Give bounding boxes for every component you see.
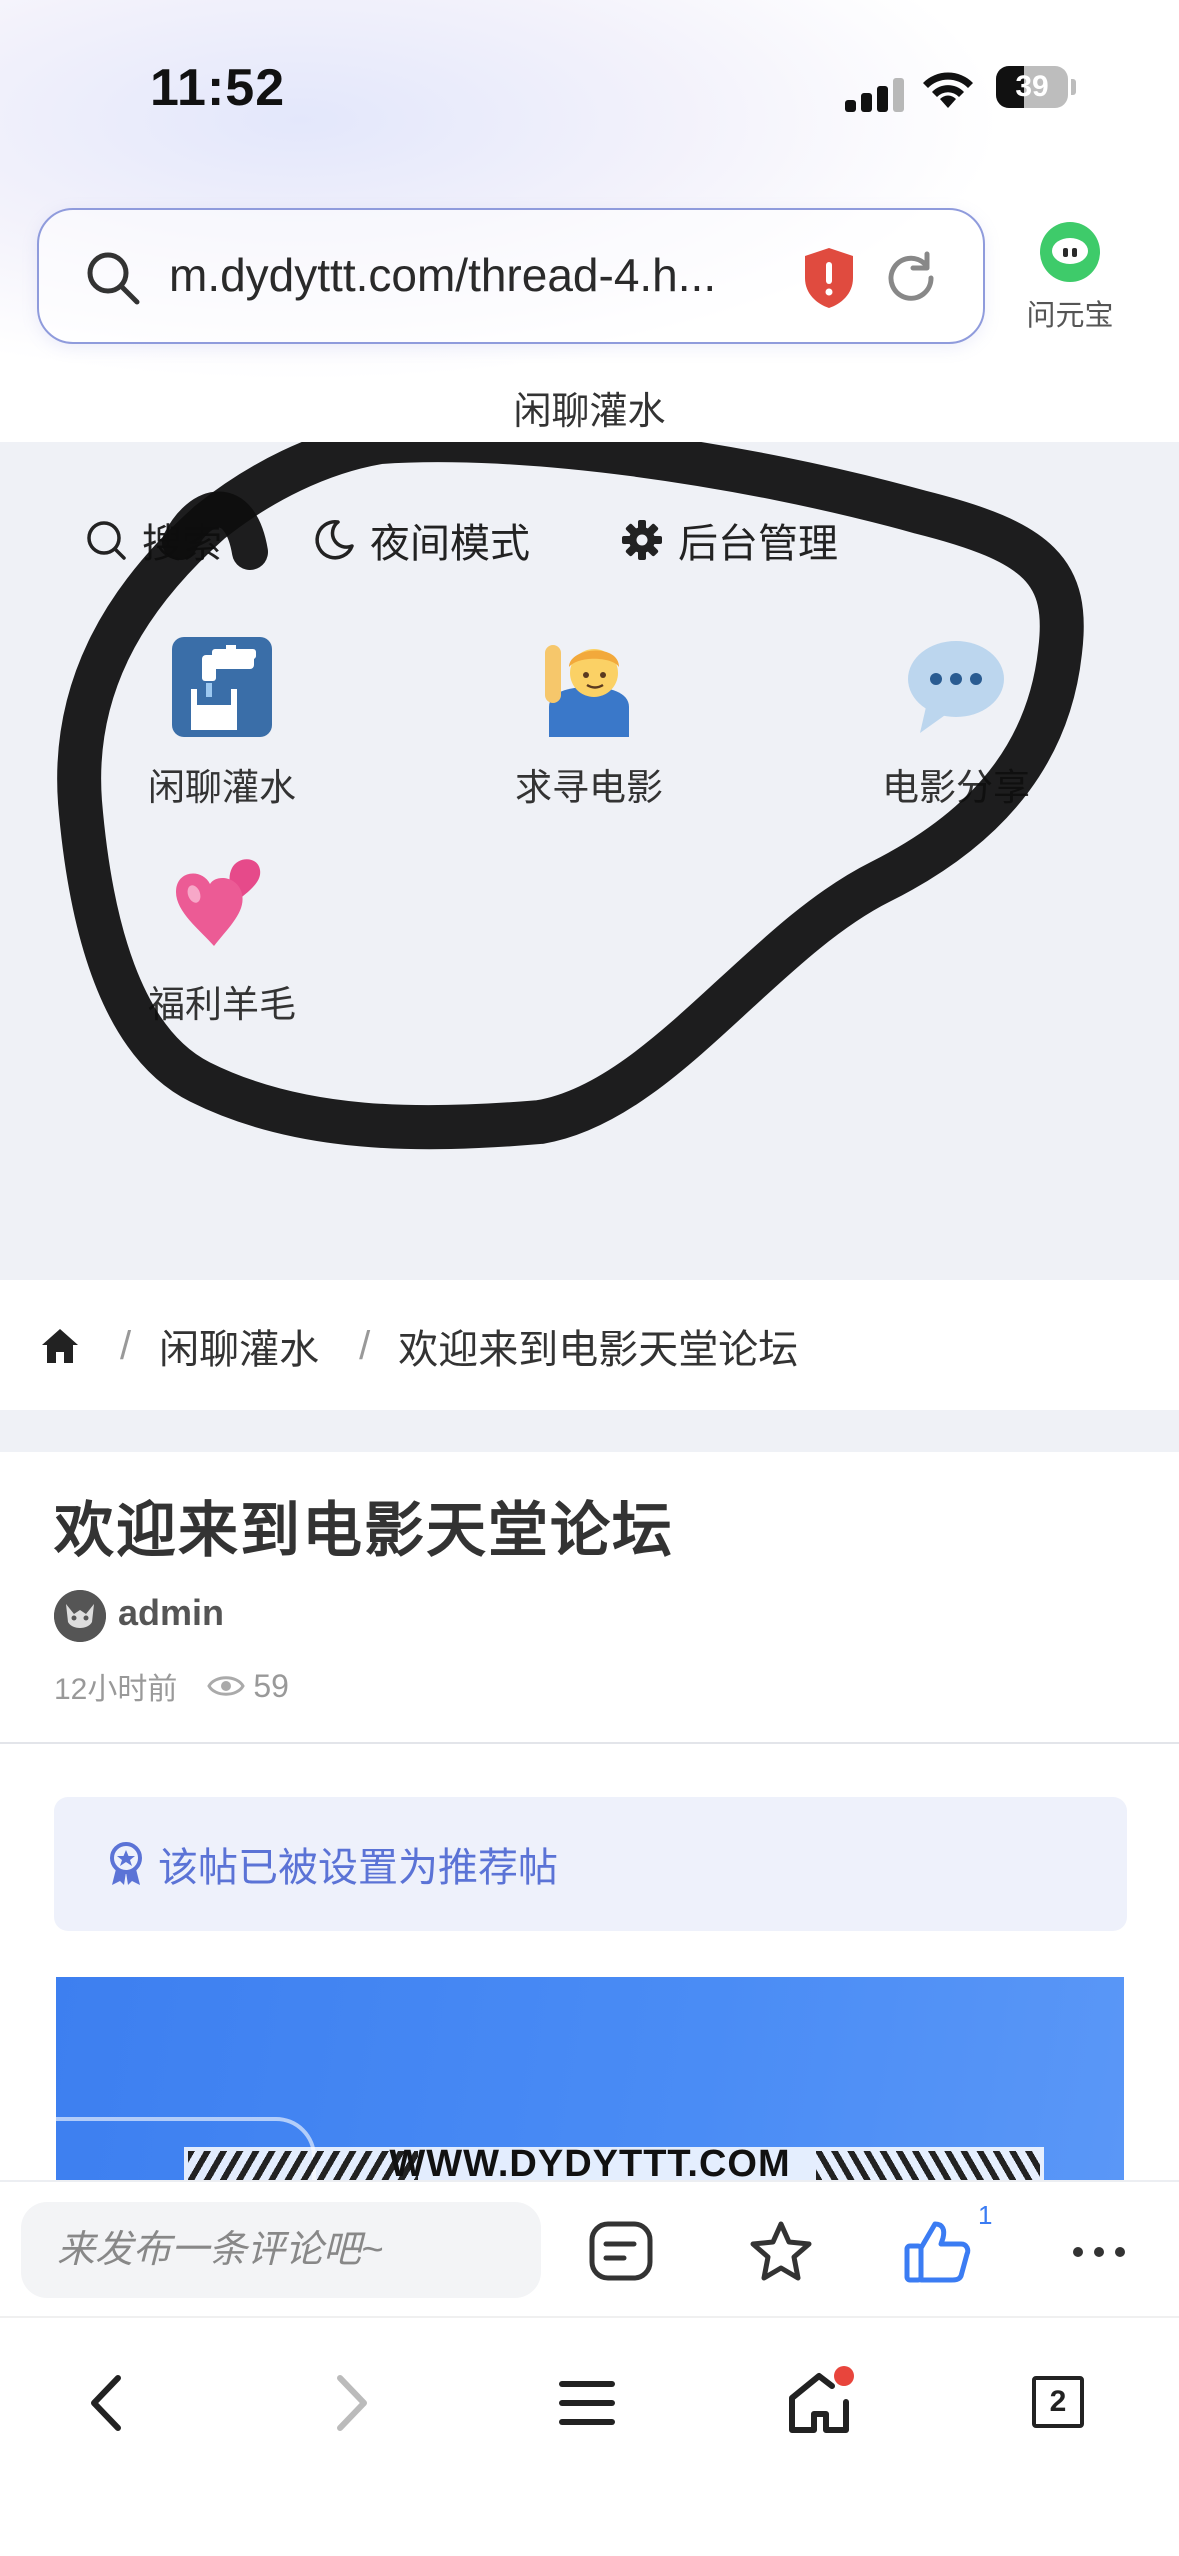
breadcrumb-separator: / <box>120 1323 132 1368</box>
forum-label: 电影分享 <box>882 767 1030 808</box>
night-mode-label: 夜间模式 <box>370 522 530 566</box>
home-icon[interactable] <box>40 1327 80 1365</box>
breadcrumb-forum-link[interactable]: 闲聊灌水 <box>159 1317 319 1375</box>
quick-search-label: 搜索 <box>142 522 222 566</box>
eye-icon <box>207 1676 246 1696</box>
browser-bottom-bar: 2 <box>0 2316 1179 2556</box>
favorite-star-icon[interactable] <box>746 2220 816 2284</box>
divider <box>0 1742 1179 1744</box>
quick-search-link[interactable]: 搜索 <box>84 510 222 570</box>
post-title: 欢迎来到电影天堂论坛 <box>54 1497 674 1564</box>
page-title: 闲聊灌水 <box>513 391 666 433</box>
night-mode-link[interactable]: 夜间模式 <box>312 510 530 570</box>
menu-icon[interactable] <box>552 2368 622 2438</box>
post-meta: 12小时前 59 <box>54 1664 289 1708</box>
forum-item-movie-share[interactable]: 电影分享 <box>831 637 1081 817</box>
yuanbao-logo-icon <box>1040 222 1100 282</box>
post-banner-image: WWW.DYDYTTT.COM <box>56 1977 1124 2180</box>
forum-item-welfare[interactable]: 福利羊毛 <box>97 854 347 1034</box>
avatar[interactable] <box>54 1590 106 1642</box>
faucet-icon <box>172 637 272 737</box>
forum-nav-panel: 搜索 夜间模式 后台管理 闲聊灌水 求寻电影 电影分享 福利羊毛 <box>0 442 1179 1280</box>
two-hearts-icon <box>176 859 261 946</box>
recommend-notice: 该帖已被设置为推荐帖 <box>54 1797 1127 1931</box>
more-icon[interactable] <box>1064 2220 1134 2284</box>
view-count: 59 <box>207 1668 289 1705</box>
forward-arrow-icon[interactable] <box>314 2368 384 2438</box>
back-arrow-icon[interactable] <box>74 2368 144 2438</box>
notification-dot <box>834 2366 854 2386</box>
forum-label: 闲聊灌水 <box>148 767 296 808</box>
admin-label: 后台管理 <box>678 522 838 566</box>
comment-toolbar: 来发布一条评论吧~ 1 <box>0 2180 1179 2316</box>
thumbs-up-icon[interactable] <box>903 2220 973 2284</box>
comment-input[interactable]: 来发布一条评论吧~ <box>21 2202 541 2298</box>
battery-percent: 39 <box>1015 70 1049 103</box>
forum-label: 求寻电影 <box>515 767 663 808</box>
section-gap <box>0 1410 1179 1452</box>
yuanbao-assistant-button[interactable]: 问元宝 <box>1010 218 1130 338</box>
post-time: 12小时前 <box>54 1673 178 1706</box>
forum-item-request-movie[interactable]: 求寻电影 <box>464 637 714 817</box>
forum-label: 福利羊毛 <box>148 984 296 1025</box>
speech-bubble-icon <box>908 641 1004 733</box>
url-text[interactable]: m.dydyttt.com/thread-4.h... <box>169 248 716 302</box>
view-count-value: 59 <box>253 1667 289 1704</box>
address-bar[interactable]: m.dydyttt.com/thread-4.h... <box>37 208 985 344</box>
author-name[interactable]: admin <box>118 1592 224 1634</box>
like-count: 1 <box>978 2200 993 2230</box>
tab-count-button[interactable]: 2 <box>1032 2376 1084 2428</box>
award-badge-icon <box>110 1842 142 1885</box>
moon-icon <box>315 520 354 560</box>
yuanbao-label: 问元宝 <box>1026 300 1114 332</box>
breadcrumb-separator: / <box>359 1323 371 1368</box>
recommend-notice-text: 该帖已被设置为推荐帖 <box>158 1846 558 1890</box>
raising-hand-icon <box>545 645 629 737</box>
cellular-signal-icon <box>845 78 905 112</box>
status-time: 11:52 <box>150 59 286 117</box>
admin-link[interactable]: 后台管理 <box>620 510 838 570</box>
comment-icon[interactable] <box>586 2220 656 2284</box>
breadcrumb-current: 欢迎来到电影天堂论坛 <box>398 1328 799 1372</box>
reload-icon[interactable] <box>881 248 941 308</box>
search-icon <box>87 252 140 305</box>
gear-icon <box>622 520 662 560</box>
breadcrumb: / 闲聊灌水 / 欢迎来到电影天堂论坛 <box>0 1282 1179 1410</box>
security-shield-icon[interactable] <box>801 246 857 310</box>
wifi-icon <box>923 72 973 108</box>
browser-top-chrome: 11:52 39 m.dydyttt.com/thread-4.h... 问元宝… <box>0 0 1179 442</box>
banner-text: WWW.DYDYTTT.COM <box>389 2143 791 2180</box>
battery-icon: 39 <box>996 66 1076 108</box>
search-icon <box>87 521 126 560</box>
forum-item-chat[interactable]: 闲聊灌水 <box>97 637 347 817</box>
